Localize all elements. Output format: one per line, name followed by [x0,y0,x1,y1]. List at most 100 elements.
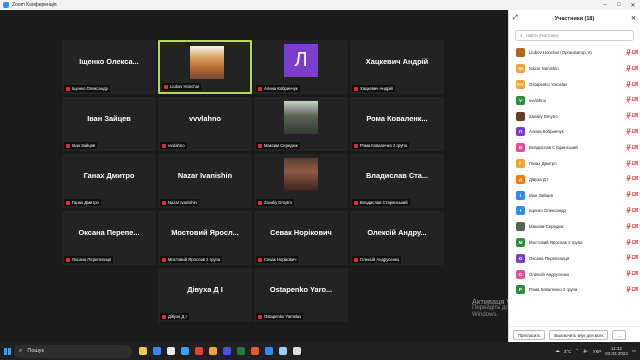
camera-off-icon[interactable] [632,223,638,229]
camera-off-icon[interactable] [632,239,638,245]
video-tile[interactable]: Іван Зайцев Іван Зайцев [62,97,156,151]
clock[interactable]: 11:32 03.03.2023 [605,346,628,356]
close-panel-icon[interactable]: ✕ [631,15,636,22]
video-tile[interactable]: Л Алина Кобринчук [254,40,348,94]
start-button[interactable] [0,342,14,360]
app-glyph-icon [293,347,301,355]
popout-icon[interactable]: ⤢ [513,15,518,22]
participant-search-input[interactable]: ⌕ Найти участника [515,30,634,41]
video-tile[interactable]: vvvlahno vvvlahno [158,97,252,151]
maximize-button[interactable]: □ [612,2,626,9]
camera-off-icon[interactable] [632,175,638,181]
camera-off-icon[interactable] [632,65,638,71]
camera-off-icon[interactable] [632,286,638,292]
participant-row[interactable]: Р Рома Коваленко 2 група [509,282,640,298]
more-options-button[interactable]: ... [612,329,626,340]
taskbar-search-input[interactable]: ⌕ Пошук [14,344,132,358]
participant-row[interactable]: Zavaliy Dmytro [509,108,640,124]
mic-muted-icon[interactable] [626,112,631,119]
participant-row[interactable]: О Олексій Андрусенко [509,266,640,282]
participant-avatar: OY [516,79,525,89]
language-indicator[interactable]: УКР [593,349,601,354]
video-tile[interactable]: Оксана Перепе... Оксана Перепелиця [62,211,156,265]
taskbar-app-icon[interactable] [262,342,276,360]
video-tile[interactable]: Ostapenko Yaro... Ostapenko Yaroslav [254,268,348,322]
participant-row[interactable]: О Оксана Перепелиця [509,250,640,266]
camera-off-icon[interactable] [632,191,638,197]
participant-row[interactable]: М Мостовий Ярослав 2 група [509,235,640,251]
mic-muted-icon[interactable] [626,207,631,214]
taskbar-app-icon[interactable] [234,342,248,360]
camera-off-icon[interactable] [632,207,638,213]
video-tile[interactable]: Хацкевич Андрій Хацкевич Андрій [350,40,444,94]
video-tile[interactable]: Севак Норікович Севак Норікович [254,211,348,265]
camera-off-icon[interactable] [632,160,638,166]
mic-muted-icon[interactable] [626,96,631,103]
participant-row[interactable]: OY Ostapenko Yaroslav [509,77,640,93]
taskbar-app-icon[interactable] [206,342,220,360]
video-tile[interactable]: Іщенко Олекса... Іщенко Олександр [62,40,156,94]
tray-chevron-icon[interactable]: ⌃ [575,348,579,354]
camera-off-icon[interactable] [632,270,638,276]
camera-off-icon[interactable] [632,81,638,87]
taskbar-app-icon[interactable] [248,342,262,360]
participant-row[interactable]: Максим Середюк [509,219,640,235]
mic-muted-icon[interactable] [626,238,631,246]
participant-avatar: О [516,253,525,263]
notification-icon[interactable]: ▭ [632,348,636,354]
video-tile[interactable]: Владислав Ста... Владислав Старинський [350,154,444,208]
video-tile[interactable]: Ганах Дмитро Ганах Дмитро [62,154,156,208]
close-button[interactable]: ✕ [626,2,640,9]
mic-muted-icon[interactable] [626,159,631,167]
mic-muted-icon[interactable] [626,191,631,198]
video-tile[interactable]: Nazar Ivanishin Nazar Ivanishin [158,154,252,208]
mute-all-button[interactable]: Выключить звук для всех [549,329,609,340]
taskbar-app-icon[interactable] [178,342,192,360]
camera-off-icon[interactable] [632,112,638,118]
mic-muted-icon[interactable] [626,80,631,88]
camera-off-icon[interactable] [632,96,638,102]
tile-display-name: Мостовий Яросл... [171,228,239,237]
invite-button[interactable]: Пригласить [513,329,546,340]
minimize-button[interactable]: – [598,2,612,9]
video-tile[interactable]: Дівуха Д І Дівуха Д І [158,268,252,322]
video-tile[interactable]: Олексій Андру... Олексій Андрусенко [350,211,444,265]
mic-muted-icon[interactable] [626,175,631,182]
video-tile[interactable]: Мостовий Яросл... Мостовий Ярослав 2 груп… [158,211,252,265]
camera-off-icon[interactable] [632,128,638,134]
mic-muted-icon[interactable] [626,64,631,72]
mic-muted-icon[interactable] [626,128,631,135]
taskbar-app-icon[interactable] [192,342,206,360]
mic-muted-icon[interactable] [626,49,631,56]
participant-row[interactable]: І Іщенко Олександр [509,203,640,219]
mic-muted-icon[interactable] [626,254,631,261]
speaker-icon[interactable]: 🔈 [583,348,589,354]
taskbar-app-icon[interactable] [276,342,290,360]
video-tile[interactable]: Рома Коваленк... Рома Коваленко 2 група [350,97,444,151]
mic-muted-icon[interactable] [626,222,631,230]
participant-row[interactable]: Liubov Honchar (Організатор, я) [509,45,640,61]
participant-row[interactable]: І Іван Зайцев [509,187,640,203]
tile-display-name: Іван Зайцев [87,114,131,123]
taskbar-app-icon[interactable] [220,342,234,360]
taskbar-app-icon[interactable] [290,342,304,360]
taskbar-app-icon[interactable] [164,342,178,360]
taskbar-app-icon[interactable] [150,342,164,360]
video-tile[interactable]: Liubov Honchar [158,40,252,94]
camera-off-icon[interactable] [632,254,638,260]
participant-row[interactable]: Л Алина Кобринчук [509,124,640,140]
participant-avatar: Д [516,174,525,184]
participant-row[interactable]: Vvvvlahno [509,92,640,108]
mic-muted-icon[interactable] [626,270,631,277]
camera-off-icon[interactable] [632,144,638,150]
taskbar-app-icon[interactable] [136,342,150,360]
video-tile[interactable]: Zavaliy Dmytro [254,154,348,208]
video-tile[interactable]: Максим Середюк [254,97,348,151]
participant-row[interactable]: В Владислав Старинський [509,140,640,156]
participant-row[interactable]: NI Nazar Ivanishin [509,61,640,77]
mic-muted-icon[interactable] [626,143,631,151]
participant-row[interactable]: Д Дівуха Д І [509,171,640,187]
mic-muted-icon[interactable] [626,286,631,293]
camera-off-icon[interactable] [632,49,638,55]
participant-row[interactable]: Г Ганах Дмитро [509,156,640,172]
